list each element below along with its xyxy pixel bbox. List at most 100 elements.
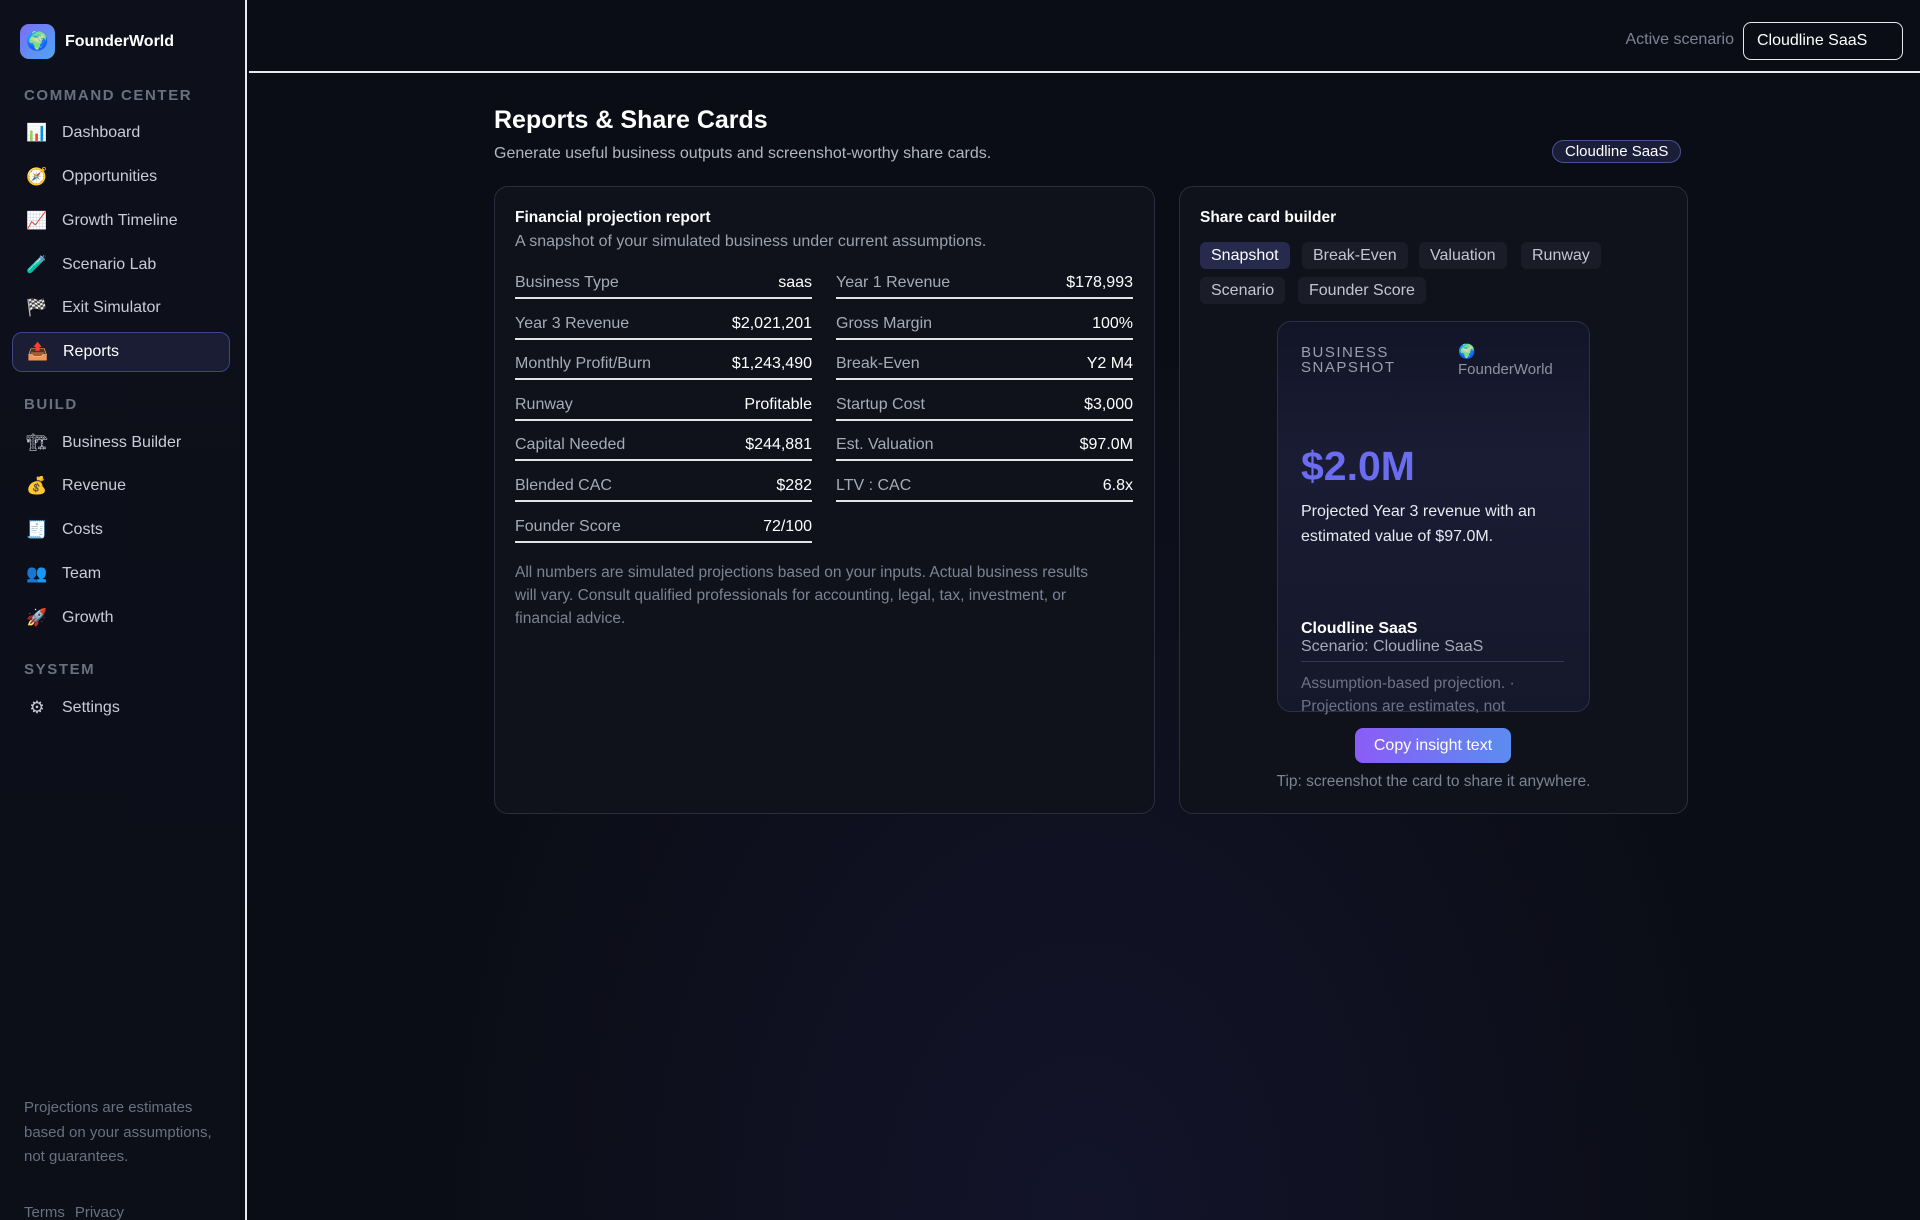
sidebar-item-revenue[interactable]: 💰 Revenue <box>12 466 230 506</box>
row-label: Gross Margin <box>836 314 933 332</box>
sidebar-item-label: Reports <box>63 343 120 360</box>
trend-chart-icon: 📈 <box>26 211 48 230</box>
active-scenario-label: Active scenario <box>1625 31 1735 48</box>
card-business-name: Cloudline SaaS <box>1301 620 1418 637</box>
row-label: Est. Valuation <box>836 435 934 453</box>
sidebar-item-business-builder[interactable]: 🏗 Business Builder <box>12 423 230 463</box>
checkered-flag-icon: 🏁 <box>26 298 48 317</box>
row-label: Business Type <box>515 273 619 291</box>
share-tip: Tip: screenshot the card to share it any… <box>1276 773 1591 790</box>
report-row-runway: Runway Profitable <box>515 390 812 421</box>
row-value: 72/100 <box>763 517 812 535</box>
report-row-ltv-cac: LTV : CAC 6.8x <box>836 471 1133 502</box>
nav-section-build: BUILD <box>24 396 78 413</box>
row-label: Year 1 Revenue <box>836 273 951 291</box>
sidebar-item-scenario-lab[interactable]: 🧪 Scenario Lab <box>12 245 230 285</box>
card-description: Projected Year 3 revenue with an estimat… <box>1301 503 1536 545</box>
chip-runway[interactable]: Runway <box>1521 242 1601 269</box>
sidebar-item-growth-timeline[interactable]: 📈 Growth Timeline <box>12 201 230 241</box>
report-disclaimer: All numbers are simulated projections ba… <box>515 564 1088 627</box>
share-builder-title: Share card builder <box>1200 209 1337 226</box>
rocket-icon: 🚀 <box>26 608 48 627</box>
test-tube-icon: 🧪 <box>26 255 48 274</box>
sidebar-item-label: Opportunities <box>62 168 158 185</box>
page-subtitle: Generate useful business outputs and scr… <box>494 145 992 162</box>
report-subtitle: A snapshot of your simulated business un… <box>515 233 987 250</box>
chip-scenario[interactable]: Scenario <box>1200 277 1286 304</box>
globe-icon: 🌍 <box>1458 343 1476 359</box>
sidebar-item-exit-simulator[interactable]: 🏁 Exit Simulator <box>12 288 230 328</box>
row-value: $282 <box>776 476 812 494</box>
report-row-founder-score: Founder Score 72/100 <box>515 512 812 543</box>
chip-valuation[interactable]: Valuation <box>1419 242 1507 269</box>
report-row-startup-cost: Startup Cost $3,000 <box>836 390 1133 421</box>
chip-break-even[interactable]: Break-Even <box>1302 242 1408 269</box>
sidebar-item-label: Scenario Lab <box>62 256 157 273</box>
sidebar-item-settings[interactable]: ⚙ Settings <box>12 688 230 728</box>
sidebar-item-label: Team <box>62 565 102 582</box>
copy-insight-button[interactable]: Copy insight text <box>1355 728 1511 763</box>
card-footnote: Assumption-based projection. · Projectio… <box>1301 675 1515 715</box>
sidebar-item-costs[interactable]: 🧾 Costs <box>12 510 230 550</box>
report-row-gross-margin: Gross Margin 100% <box>836 309 1133 340</box>
row-label: Monthly Profit/Burn <box>515 354 652 372</box>
sidebar-item-dashboard[interactable]: 📊 Dashboard <box>12 113 230 153</box>
row-value: $2,021,201 <box>731 314 812 332</box>
brand-name: FounderWorld <box>65 32 175 50</box>
row-label: Founder Score <box>515 517 621 535</box>
sidebar-item-reports[interactable]: 📤 Reports <box>12 332 230 372</box>
row-label: Startup Cost <box>836 395 925 413</box>
row-label: Runway <box>515 395 573 413</box>
scenario-badge: Cloudline SaaS <box>1552 140 1682 163</box>
terms-link[interactable]: Terms <box>24 1204 65 1220</box>
active-scenario-select[interactable]: Cloudline SaaS <box>1743 22 1903 60</box>
nav-section-command-center: COMMAND CENTER <box>24 87 193 104</box>
sidebar-item-label: Settings <box>62 699 120 716</box>
brand[interactable]: 🌍 FounderWorld <box>20 24 174 59</box>
receipt-icon: 🧾 <box>26 520 48 539</box>
row-value: $97.0M <box>1079 435 1133 453</box>
row-label: Break-Even <box>836 354 920 372</box>
row-value: $178,993 <box>1066 273 1133 291</box>
row-value: 6.8x <box>1102 476 1133 494</box>
row-value: 100% <box>1092 314 1133 332</box>
report-row-year1-revenue: Year 1 Revenue $178,993 <box>836 268 1133 299</box>
card-brand-name: FounderWorld <box>1458 361 1553 378</box>
sidebar-item-team[interactable]: 👥 Team <box>12 554 230 594</box>
report-row-capital-needed: Capital Needed $244,881 <box>515 430 812 461</box>
sidebar-item-label: Exit Simulator <box>62 299 161 316</box>
people-icon: 👥 <box>26 564 48 583</box>
sidebar-item-label: Revenue <box>62 477 127 494</box>
sidebar-item-label: Growth <box>62 609 114 626</box>
report-row-break-even: Break-Even Y2 M4 <box>836 349 1133 380</box>
outbox-tray-icon: 📤 <box>27 342 49 361</box>
sidebar-item-opportunities[interactable]: 🧭 Opportunities <box>12 157 230 197</box>
chip-snapshot[interactable]: Snapshot <box>1200 242 1290 269</box>
nav-section-system: SYSTEM <box>24 661 96 678</box>
report-row-monthly-profit: Monthly Profit/Burn $1,243,490 <box>515 349 812 380</box>
topbar: Active scenario <box>249 0 1920 73</box>
construction-crane-icon: 🏗 <box>26 433 48 452</box>
sidebar: 🌍 FounderWorld COMMAND CENTER 📊 Dashboar… <box>0 0 247 1220</box>
row-value: $3,000 <box>1084 395 1133 413</box>
compass-icon: 🧭 <box>26 167 48 186</box>
card-brand: 🌍 FounderWorld <box>1458 343 1578 378</box>
chip-founder-score[interactable]: Founder Score <box>1298 277 1426 304</box>
sidebar-item-label: Costs <box>62 521 103 538</box>
card-headline-value: $2.0M <box>1301 443 1415 489</box>
sidebar-item-label: Growth Timeline <box>62 212 178 229</box>
card-scenario: Scenario: Cloudline SaaS <box>1301 638 1484 655</box>
row-label: Blended CAC <box>515 476 612 494</box>
report-row-valuation: Est. Valuation $97.0M <box>836 430 1133 461</box>
globe-logo-icon: 🌍 <box>20 24 55 59</box>
row-label: Capital Needed <box>515 435 626 453</box>
row-value: saas <box>778 273 812 291</box>
row-value: $244,881 <box>745 435 812 453</box>
card-divider <box>1301 661 1564 662</box>
privacy-link[interactable]: Privacy <box>75 1204 124 1220</box>
sidebar-item-growth[interactable]: 🚀 Growth <box>12 598 230 638</box>
money-bag-icon: 💰 <box>26 476 48 495</box>
gear-icon: ⚙ <box>29 698 45 717</box>
report-row-business-type: Business Type saas <box>515 268 812 299</box>
bar-chart-icon: 📊 <box>26 123 48 142</box>
